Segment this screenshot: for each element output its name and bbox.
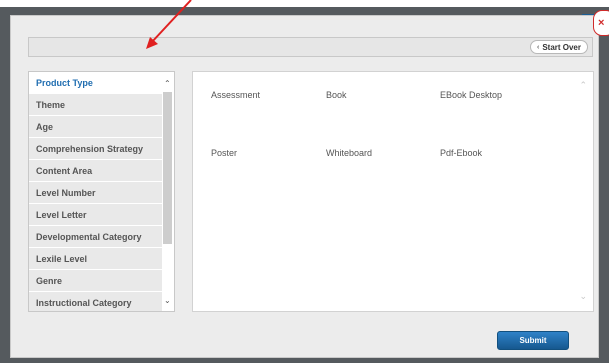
- annotation-arrow-icon: [146, 0, 192, 49]
